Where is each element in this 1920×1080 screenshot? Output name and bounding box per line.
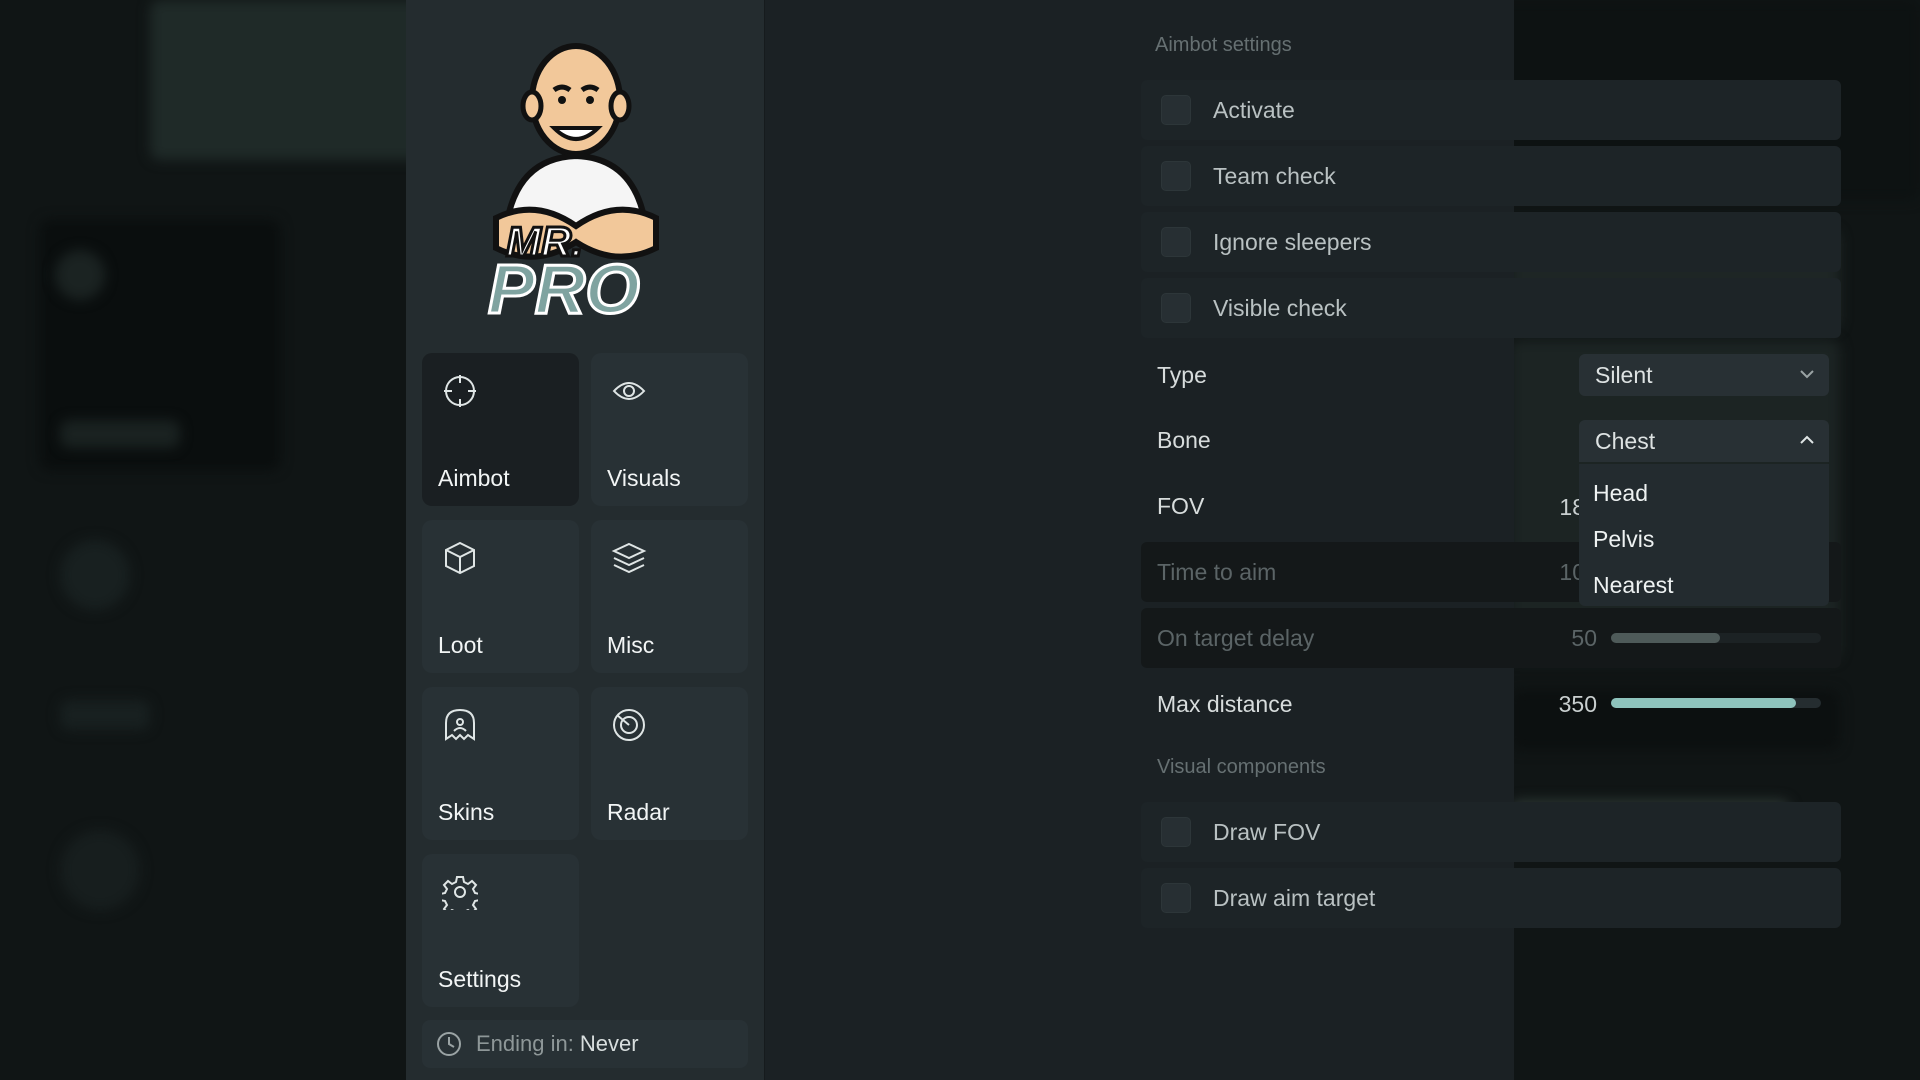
type-value: Silent xyxy=(1595,361,1653,388)
ghost-icon xyxy=(445,708,475,741)
bone-dropdown-menu: Head Pelvis Nearest xyxy=(1579,464,1829,606)
crosshair-icon xyxy=(444,375,476,407)
clock-icon xyxy=(437,1032,461,1056)
on-target-delay-slider[interactable] xyxy=(1611,633,1821,643)
footer-prefix: Ending in: xyxy=(476,1031,574,1056)
bone-option-head[interactable]: Head xyxy=(1579,470,1829,516)
check-row-team-check[interactable]: Team check xyxy=(1141,146,1841,206)
chevron-up-icon xyxy=(1800,435,1814,444)
footer-value: Never xyxy=(579,1031,639,1056)
check-row-draw-aim-target[interactable]: Draw aim target xyxy=(1141,868,1841,928)
nav-tile-settings[interactable]: Settings xyxy=(422,854,579,1007)
checkbox[interactable] xyxy=(1161,161,1191,191)
section-title-visual-components: Visual components xyxy=(1157,756,1326,778)
eye-icon xyxy=(612,382,646,400)
check-row-activate[interactable]: Activate xyxy=(1141,80,1841,140)
bone-option-nearest[interactable]: Nearest xyxy=(1579,562,1829,608)
sidebar: MR. PRO Aimbot Visuals Loot Misc Skins R… xyxy=(406,0,764,1080)
nav-label-aimbot: Aimbot xyxy=(438,465,510,491)
check-label: Activate xyxy=(1213,96,1295,123)
checkbox[interactable] xyxy=(1161,95,1191,125)
checkbox[interactable] xyxy=(1161,227,1191,257)
nav-tile-misc[interactable]: Misc xyxy=(591,520,748,673)
type-select[interactable]: Silent xyxy=(1579,354,1829,396)
slider-fill xyxy=(1611,698,1796,708)
nav-tile-skins[interactable]: Skins xyxy=(422,687,579,840)
slider-fill xyxy=(1611,633,1721,643)
cube-icon xyxy=(445,541,475,575)
check-label: Team check xyxy=(1213,162,1336,189)
subscription-footer: Ending in: Never xyxy=(422,1020,748,1068)
checkbox[interactable] xyxy=(1161,883,1191,913)
svg-text:PRO: PRO xyxy=(488,250,640,328)
check-row-draw-fov[interactable]: Draw FOV xyxy=(1141,802,1841,862)
check-row-ignore-sleepers[interactable]: Ignore sleepers xyxy=(1141,212,1841,272)
mr-pro-logo: MR. PRO xyxy=(487,43,659,328)
nav-tile-loot[interactable]: Loot xyxy=(422,520,579,673)
check-label: Draw aim target xyxy=(1213,884,1376,911)
bone-value: Chest xyxy=(1595,427,1656,454)
layers-icon xyxy=(611,542,647,574)
nav-tile-radar[interactable]: Radar xyxy=(591,687,748,840)
type-label: Type xyxy=(1157,361,1207,388)
bone-label: Bone xyxy=(1157,426,1211,453)
nav-label-visuals: Visuals xyxy=(607,465,681,491)
check-label: Draw FOV xyxy=(1213,818,1321,845)
max-distance-label: Max distance xyxy=(1157,690,1293,717)
bone-select[interactable]: Chest xyxy=(1579,420,1829,462)
gear-icon xyxy=(442,876,478,910)
nav-tile-visuals[interactable]: Visuals xyxy=(591,353,748,506)
section-title-aimbot: Aimbot settings xyxy=(1155,34,1292,56)
bone-option-pelvis[interactable]: Pelvis xyxy=(1579,516,1829,562)
radar-icon xyxy=(613,709,645,741)
check-row-visible-check[interactable]: Visible check xyxy=(1141,278,1841,338)
nav-label-settings: Settings xyxy=(438,966,522,992)
time-to-aim-label: Time to aim xyxy=(1157,558,1277,585)
checkbox[interactable] xyxy=(1161,817,1191,847)
time-to-aim-value: 10 xyxy=(1559,559,1585,585)
checkbox[interactable] xyxy=(1161,293,1191,323)
nav-label-loot: Loot xyxy=(438,632,483,658)
nav-label-skins: Skins xyxy=(438,799,495,825)
max-distance-slider[interactable] xyxy=(1611,698,1821,708)
aimbot-panel: Aimbot settings Activate Team check Igno… xyxy=(764,0,1841,1080)
max-distance-value: 350 xyxy=(1558,691,1597,717)
cheat-menu-window: MR. PRO Aimbot Visuals Loot Misc Skins R… xyxy=(406,0,1841,1080)
nav-grid: Aimbot Visuals Loot Misc Skins Radar Set… xyxy=(422,353,748,1007)
nav-label-radar: Radar xyxy=(607,799,670,825)
on-target-delay-value: 50 xyxy=(1571,625,1597,651)
check-label: Visible check xyxy=(1213,294,1347,321)
nav-tile-aimbot[interactable]: Aimbot xyxy=(422,353,579,506)
fov-value: 18 xyxy=(1559,494,1585,520)
on-target-delay-label: On target delay xyxy=(1157,624,1315,651)
check-label: Ignore sleepers xyxy=(1213,228,1372,255)
chevron-down-icon xyxy=(1800,370,1814,379)
nav-label-misc: Misc xyxy=(607,632,655,658)
fov-label: FOV xyxy=(1157,492,1205,519)
